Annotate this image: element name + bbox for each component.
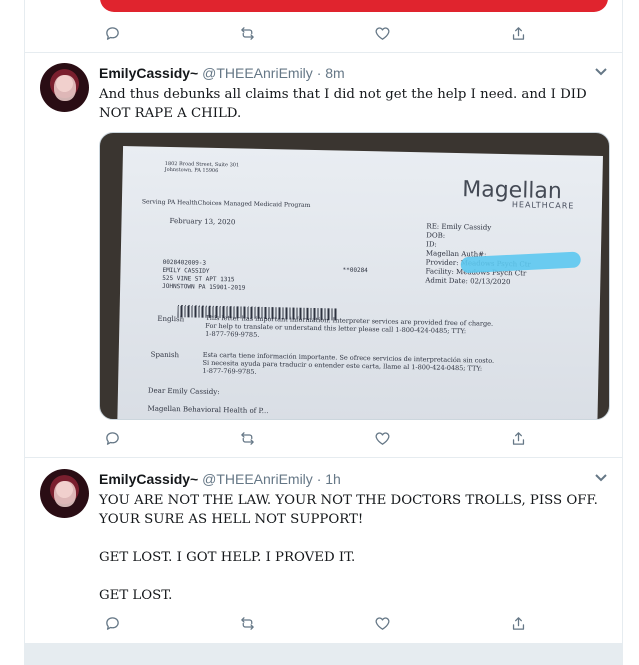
tweet-text: YOU ARE NOT THE LAW. YOUR NOT THE DOCTOR…: [99, 493, 598, 603]
reply-icon[interactable]: [100, 611, 124, 635]
tweet-text: And thus debunks all claims that I did n…: [99, 87, 591, 121]
user-handle[interactable]: @THEEAnriEmily: [202, 65, 313, 81]
reply-icon[interactable]: [100, 21, 124, 45]
chevron-down-icon[interactable]: [594, 64, 608, 78]
reply-icon[interactable]: [100, 426, 124, 450]
user-handle[interactable]: @THEEAnriEmily: [202, 471, 313, 487]
tweet-media-photo[interactable]: 1802 Broad Street, Suite 301 Johnstown, …: [99, 132, 610, 420]
timeline-gap: [25, 643, 622, 665]
avatar[interactable]: [40, 469, 89, 518]
timestamp[interactable]: · 8m: [317, 65, 345, 81]
share-icon[interactable]: [506, 611, 530, 635]
share-icon[interactable]: [506, 21, 530, 45]
retweet-icon[interactable]: [235, 611, 259, 635]
letter-spanish-text: Esta carta tiene información importante.…: [202, 350, 495, 376]
previous-tweet-media[interactable]: [100, 0, 608, 12]
display-name[interactable]: EmilyCassidy~: [99, 471, 198, 487]
share-icon[interactable]: [506, 426, 530, 450]
letter-recipient: 0028402009-3 EMILY CASSIDY 525 VINE ST A…: [162, 258, 246, 292]
divider: [25, 52, 622, 53]
letter-body-start: Magellan Behavioral Health of P...: [147, 404, 269, 416]
retweet-icon[interactable]: [235, 426, 259, 450]
magellan-logo-sub: HEALTHCARE: [511, 200, 575, 211]
retweet-icon[interactable]: [235, 21, 259, 45]
like-icon[interactable]: [370, 611, 394, 635]
letter-photo: 1802 Broad Street, Suite 301 Johnstown, …: [117, 146, 603, 419]
timeline-column: EmilyCassidy~ @THEEAnriEmily · 8m And th…: [24, 0, 623, 665]
divider: [25, 457, 622, 458]
letter-english-label: English: [157, 314, 185, 324]
timestamp[interactable]: · 1h: [317, 471, 341, 487]
letter-date: February 13, 2020: [169, 216, 236, 227]
like-icon[interactable]: [370, 426, 394, 450]
avatar[interactable]: [40, 63, 89, 112]
letter-spanish-label: Spanish: [150, 350, 180, 360]
letter-salutation: Dear Emily Cassidy:: [147, 386, 220, 397]
letter-program: Serving PA HealthChoices Managed Medicai…: [141, 198, 311, 209]
tweet-actions: [100, 611, 530, 635]
letter-ref: **00284: [342, 266, 368, 275]
previous-tweet-actions: [100, 21, 530, 45]
tweet-header: EmilyCassidy~ @THEEAnriEmily · 1h: [99, 471, 341, 487]
tweet-actions: [100, 426, 530, 450]
like-icon[interactable]: [370, 21, 394, 45]
letter-english-text: This letter has important information. I…: [205, 313, 494, 339]
tweet-header: EmilyCassidy~ @THEEAnriEmily · 8m: [99, 65, 345, 81]
letter-address: 1802 Broad Street, Suite 301 Johnstown, …: [164, 160, 240, 175]
display-name[interactable]: EmilyCassidy~: [99, 65, 198, 81]
chevron-down-icon[interactable]: [594, 470, 608, 484]
